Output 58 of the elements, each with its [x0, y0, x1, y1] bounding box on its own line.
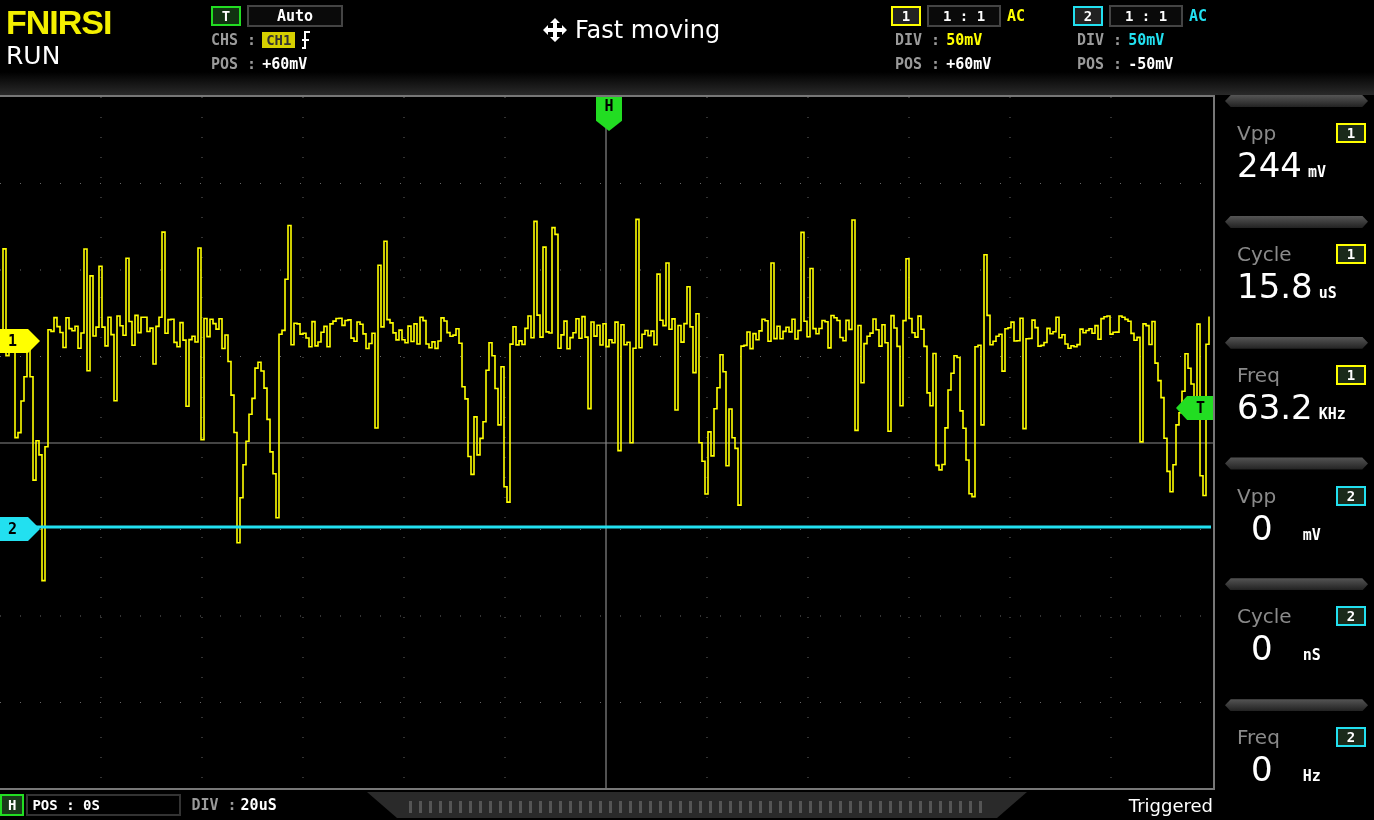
measurement-name: Freq — [1237, 362, 1280, 387]
probe-ratio[interactable]: 1 : 1 — [927, 5, 1001, 27]
channel-badge: 2 — [1336, 727, 1366, 748]
channel-pos: -50mV — [1128, 55, 1174, 73]
measurement-unit: uS — [1318, 283, 1337, 302]
measurement-name: Cycle — [1237, 241, 1292, 266]
horizontal-badge: H — [0, 794, 25, 816]
trigger-pos: +60mV — [262, 55, 308, 73]
measurement-name: Vpp — [1237, 483, 1277, 508]
brand-logo: FNIRSI — [6, 4, 113, 40]
measurement-unit: Hz — [1302, 767, 1321, 786]
measurement-unit: mV — [1307, 163, 1326, 182]
measurement-value: 15.8 — [1237, 265, 1313, 306]
channel-div: 50mV — [1128, 31, 1165, 49]
measurement-unit: mV — [1302, 525, 1321, 544]
measurement-name: Vpp — [1237, 121, 1277, 146]
div-label: DIV : — [895, 31, 941, 49]
div-label: DIV : — [1077, 31, 1123, 49]
pos-label: POS : — [211, 55, 257, 73]
channel-badge: 2 — [1336, 485, 1366, 506]
probe-ratio[interactable]: 1 : 1 — [1109, 5, 1183, 27]
trigger-badge: T — [211, 6, 241, 26]
measurement-name: Cycle — [1237, 604, 1292, 629]
trigger-source: CH1 — [262, 32, 296, 48]
rising-edge-icon — [301, 31, 312, 49]
pos-label: POS : — [895, 55, 941, 73]
measurement-value: 0 — [1251, 628, 1273, 669]
trigger-marker[interactable]: T — [1176, 396, 1213, 420]
move-icon — [541, 16, 569, 44]
coupling: AC — [1007, 7, 1026, 25]
measurement-value: 63.2 — [1237, 386, 1313, 427]
time-div: 20uS — [240, 796, 277, 814]
pos-label: POS : — [1077, 55, 1123, 73]
measurement-unit: nS — [1302, 646, 1321, 665]
run-state: RUN — [6, 40, 62, 72]
measurement-value: 0 — [1251, 749, 1273, 790]
channel-badge: 1 — [1336, 364, 1366, 385]
channel-badge: 1 — [891, 6, 921, 26]
measurement-name: Freq — [1237, 725, 1280, 750]
measurement-value: 244 — [1237, 145, 1302, 186]
coupling: AC — [1189, 7, 1208, 25]
trigger-status: Triggered — [1128, 794, 1214, 816]
channel-badge: 1 — [1336, 243, 1366, 264]
channel-badge: 2 — [1073, 6, 1103, 26]
horizontal-marker[interactable]: H — [596, 97, 622, 131]
div-label: DIV : — [191, 796, 237, 814]
time-position: POS : 0S — [26, 794, 182, 816]
channel-marker[interactable]: 2 — [0, 517, 40, 541]
channel-badge: 2 — [1336, 606, 1366, 627]
channel-pos: +60mV — [946, 55, 992, 73]
trigger-mode[interactable]: Auto — [247, 5, 343, 27]
channel-div: 50mV — [946, 31, 983, 49]
source-label: CHS : — [211, 31, 257, 49]
hint-text: Fast moving — [575, 16, 721, 44]
measurement-unit: KHz — [1318, 404, 1346, 423]
channel-badge: 1 — [1336, 123, 1366, 144]
measurement-value: 0 — [1251, 507, 1273, 548]
channel-marker[interactable]: 1 — [0, 329, 40, 353]
